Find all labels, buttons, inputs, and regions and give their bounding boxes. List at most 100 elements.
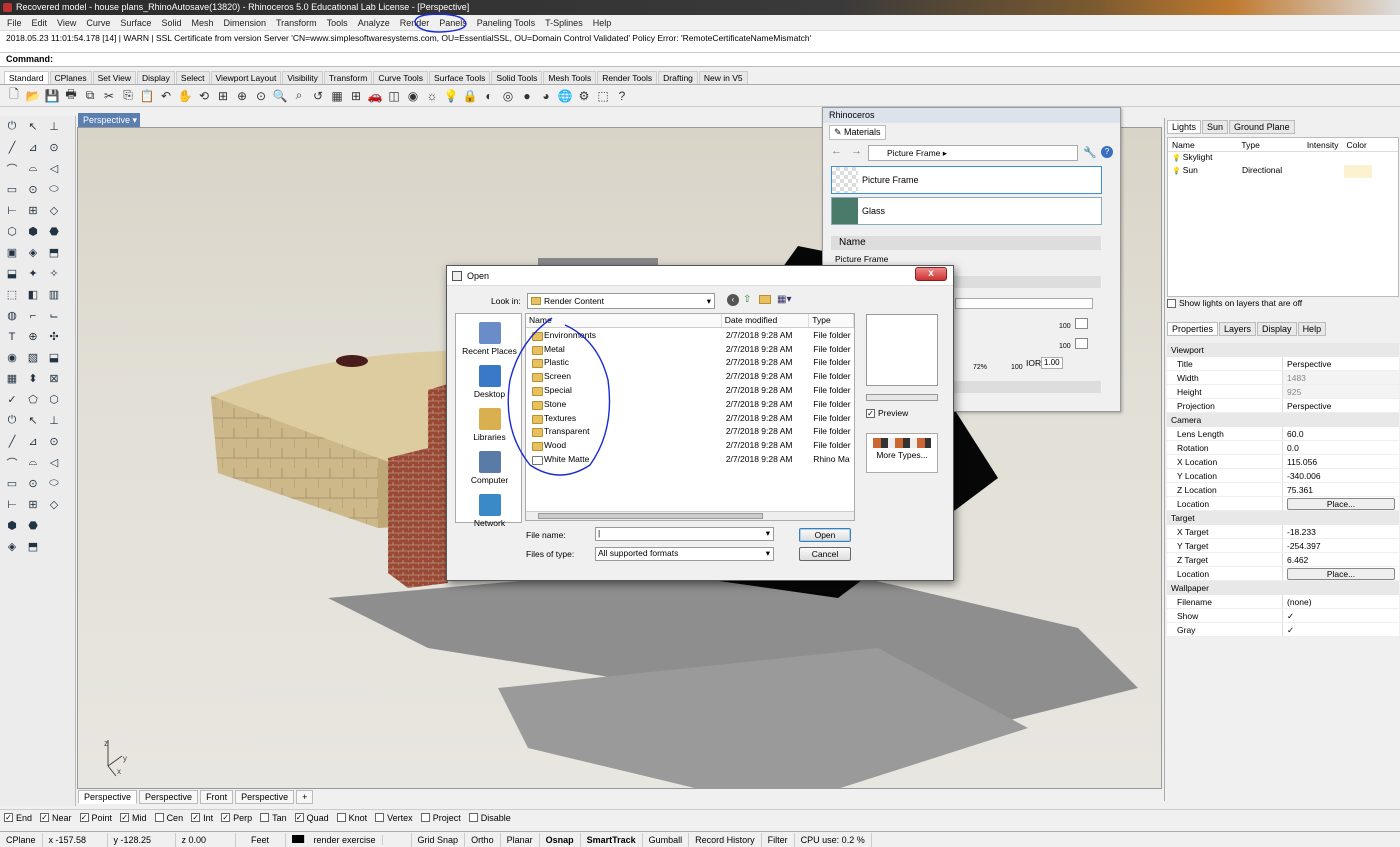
- help-icon[interactable]: ?: [1101, 146, 1113, 158]
- property-value[interactable]: Place...: [1282, 567, 1399, 580]
- viewport-tab-perspective[interactable]: Perspective: [139, 790, 199, 804]
- property-value[interactable]: 0.0: [1282, 441, 1399, 454]
- cplane-icon[interactable]: ◫: [386, 88, 402, 104]
- sphere-icon[interactable]: ●: [519, 88, 535, 104]
- tool-icon[interactable]: ⌐: [25, 308, 41, 324]
- tool-icon[interactable]: ⊿: [25, 434, 41, 450]
- tool-icon[interactable]: ▣: [4, 245, 20, 261]
- menu-item-mesh[interactable]: Mesh: [186, 18, 218, 28]
- tab-standard[interactable]: Standard: [4, 71, 49, 84]
- osnap-disable[interactable]: Disable: [468, 813, 511, 823]
- tool-icon[interactable]: ⊿: [25, 140, 41, 156]
- lock-icon[interactable]: 🔒: [462, 88, 478, 104]
- tab-curve-tools[interactable]: Curve Tools: [373, 71, 429, 84]
- menu-item-file[interactable]: File: [2, 18, 27, 28]
- property-value[interactable]: 6.462: [1282, 553, 1399, 566]
- zoom-dynamic-icon[interactable]: ⌕: [291, 88, 307, 104]
- show-lights-checkbox[interactable]: [1167, 298, 1176, 308]
- osnap-mid[interactable]: ✓ Mid: [120, 813, 147, 823]
- tab-transform[interactable]: Transform: [323, 71, 373, 84]
- viewport-tab-perspective[interactable]: Perspective: [78, 790, 138, 804]
- place-button[interactable]: Place...: [1287, 498, 1395, 510]
- toggle-osnap[interactable]: Osnap: [540, 832, 581, 847]
- viewport-tab-perspective[interactable]: Perspective: [235, 790, 295, 804]
- tool-icon[interactable]: ⊕: [25, 329, 41, 345]
- material-item-glass[interactable]: Glass: [831, 197, 1102, 225]
- car-icon[interactable]: 🚗: [367, 88, 383, 104]
- options-icon[interactable]: ⚙: [576, 88, 592, 104]
- back-icon[interactable]: ‹: [727, 294, 739, 306]
- place-libraries[interactable]: Libraries: [456, 408, 523, 442]
- cplane-label[interactable]: CPlane: [0, 832, 43, 847]
- osnap-checkbox[interactable]: ✓: [120, 813, 130, 822]
- menu-item-transform[interactable]: Transform: [271, 18, 322, 28]
- units-label[interactable]: Feet: [236, 832, 286, 847]
- property-value[interactable]: 60.0: [1282, 427, 1399, 440]
- tab-new-in-v5[interactable]: New in V5: [698, 71, 748, 84]
- tool-icon[interactable]: ⌙: [46, 308, 62, 324]
- tool-icon[interactable]: ▭: [4, 476, 20, 492]
- tool-icon[interactable]: ⬭: [46, 476, 62, 492]
- tool-icon[interactable]: ⏻: [4, 413, 20, 429]
- column-date-modified[interactable]: Date modified: [722, 314, 810, 327]
- material-breadcrumb[interactable]: Picture Frame ▸: [868, 145, 1078, 161]
- globe-icon[interactable]: 🌐: [557, 88, 573, 104]
- pan-icon[interactable]: ✋: [177, 88, 193, 104]
- tool-icon[interactable]: T: [4, 329, 20, 345]
- menu-item-help[interactable]: Help: [588, 18, 617, 28]
- wrench-icon[interactable]: 🔧: [1083, 146, 1097, 159]
- save-icon[interactable]: 💾: [44, 88, 60, 104]
- tool-icon[interactable]: ✣: [46, 329, 62, 345]
- place-computer[interactable]: Computer: [456, 451, 523, 485]
- osnap-checkbox[interactable]: [336, 813, 346, 822]
- toggle-record-history[interactable]: Record History: [689, 832, 762, 847]
- file-name-input[interactable]: | ▾: [595, 527, 774, 541]
- tool-icon[interactable]: ✓: [4, 392, 20, 408]
- tab-set-view[interactable]: Set View: [92, 71, 137, 84]
- rotate-view-icon[interactable]: ⟲: [196, 88, 212, 104]
- tool-icon[interactable]: ╱: [4, 140, 20, 156]
- property-value[interactable]: Perspective: [1282, 399, 1399, 412]
- property-value[interactable]: 1483: [1282, 371, 1399, 384]
- osnap-project[interactable]: Project: [420, 813, 461, 823]
- tab-display[interactable]: Display: [1257, 322, 1297, 336]
- column-name[interactable]: Name: [1168, 138, 1237, 151]
- toggle-filter[interactable]: Filter: [762, 832, 795, 847]
- light-row[interactable]: 💡 Sun Directional: [1168, 165, 1398, 178]
- materials-tab[interactable]: ✎ Materials: [829, 125, 886, 140]
- tool-icon[interactable]: ⬭: [46, 182, 62, 198]
- tool-icon[interactable]: ⬓: [46, 350, 62, 366]
- tab-properties[interactable]: Properties: [1167, 322, 1219, 336]
- zoom-extents-icon[interactable]: ⊕: [234, 88, 250, 104]
- property-value[interactable]: -340.006: [1282, 469, 1399, 482]
- menu-item-analyze[interactable]: Analyze: [353, 18, 395, 28]
- tool-icon[interactable]: ╱: [4, 434, 20, 450]
- menu-item-t-splines[interactable]: T-Splines: [540, 18, 588, 28]
- tool-icon[interactable]: ◁: [46, 161, 62, 177]
- property-value[interactable]: (none): [1282, 595, 1399, 608]
- toggle-grid-snap[interactable]: Grid Snap: [412, 832, 466, 847]
- file-row[interactable]: Transparent 2/7/2018 9:28 AM File folder: [526, 425, 854, 439]
- column-type[interactable]: Type: [1237, 138, 1302, 151]
- tool-icon[interactable]: ◇: [46, 203, 62, 219]
- menu-item-solid[interactable]: Solid: [156, 18, 186, 28]
- tool-icon[interactable]: ⊙: [46, 140, 62, 156]
- property-value[interactable]: -18.233: [1282, 525, 1399, 538]
- osnap-point[interactable]: ✓ Point: [79, 813, 112, 823]
- shade-icon[interactable]: ◐: [481, 88, 497, 104]
- horizontal-scrollbar[interactable]: [526, 511, 854, 520]
- osnap-checkbox[interactable]: [260, 813, 270, 822]
- paste-icon[interactable]: 📋: [139, 88, 155, 104]
- file-list[interactable]: Name Date modified Type Environments 2/7/20…: [525, 313, 855, 521]
- grid-icon[interactable]: ⊞: [348, 88, 364, 104]
- osnap-checkbox[interactable]: ✓: [40, 813, 50, 822]
- tab-sun[interactable]: Sun: [1202, 120, 1229, 134]
- tab-solid-tools[interactable]: Solid Tools: [491, 71, 543, 84]
- column-name[interactable]: Name: [526, 314, 722, 327]
- tool-icon[interactable]: ⬢: [25, 224, 41, 240]
- tool-icon[interactable]: ✧: [46, 266, 62, 282]
- four-view-icon[interactable]: ▦: [329, 88, 345, 104]
- tool-icon[interactable]: ⏻: [4, 119, 20, 135]
- osnap-end[interactable]: ✓ End: [4, 813, 32, 823]
- tool-icon[interactable]: ⬡: [46, 392, 62, 408]
